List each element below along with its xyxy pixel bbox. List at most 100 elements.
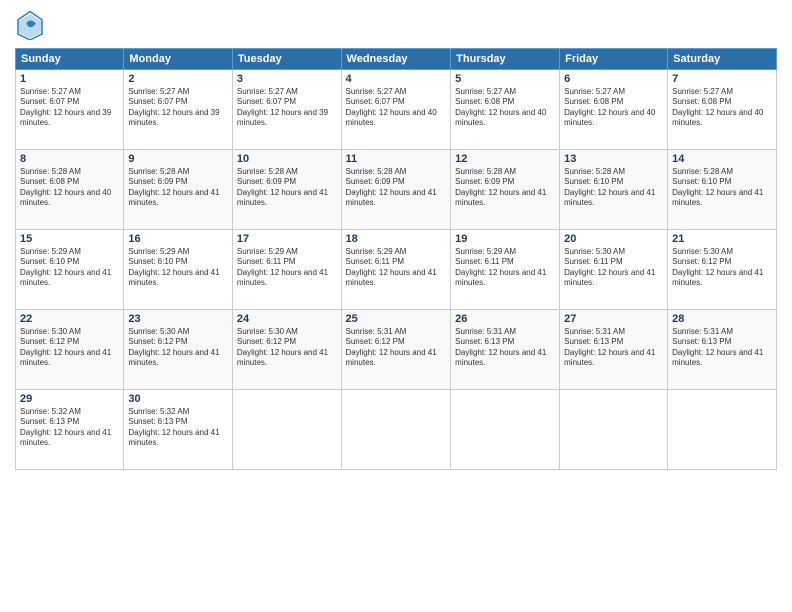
calendar-cell: 16 Sunrise: 5:29 AM Sunset: 6:10 PM Dayl… [124, 230, 233, 310]
day-info: Sunrise: 5:27 AM Sunset: 6:08 PM Dayligh… [455, 87, 555, 129]
day-number: 27 [564, 313, 663, 325]
day-info: Sunrise: 5:27 AM Sunset: 6:07 PM Dayligh… [128, 87, 228, 129]
calendar-cell: 18 Sunrise: 5:29 AM Sunset: 6:11 PM Dayl… [341, 230, 451, 310]
calendar-cell: 22 Sunrise: 5:30 AM Sunset: 6:12 PM Dayl… [16, 310, 124, 390]
day-number: 28 [672, 313, 772, 325]
calendar-cell: 5 Sunrise: 5:27 AM Sunset: 6:08 PM Dayli… [451, 70, 560, 150]
day-number: 21 [672, 233, 772, 245]
day-info: Sunrise: 5:31 AM Sunset: 6:13 PM Dayligh… [455, 327, 555, 369]
day-number: 10 [237, 153, 337, 165]
day-number: 6 [564, 73, 663, 85]
calendar-cell: 13 Sunrise: 5:28 AM Sunset: 6:10 PM Dayl… [560, 150, 668, 230]
calendar-cell: 27 Sunrise: 5:31 AM Sunset: 6:13 PM Dayl… [560, 310, 668, 390]
day-number: 26 [455, 313, 555, 325]
day-info: Sunrise: 5:28 AM Sunset: 6:10 PM Dayligh… [672, 167, 772, 209]
day-number: 7 [672, 73, 772, 85]
calendar-week-2: 8 Sunrise: 5:28 AM Sunset: 6:08 PM Dayli… [16, 150, 777, 230]
calendar-cell: 23 Sunrise: 5:30 AM Sunset: 6:12 PM Dayl… [124, 310, 233, 390]
day-number: 22 [20, 313, 119, 325]
calendar-cell: 24 Sunrise: 5:30 AM Sunset: 6:12 PM Dayl… [232, 310, 341, 390]
calendar-cell: 3 Sunrise: 5:27 AM Sunset: 6:07 PM Dayli… [232, 70, 341, 150]
day-info: Sunrise: 5:32 AM Sunset: 6:13 PM Dayligh… [128, 407, 228, 449]
day-info: Sunrise: 5:29 AM Sunset: 6:11 PM Dayligh… [237, 247, 337, 289]
logo [15, 10, 49, 40]
calendar-header-saturday: Saturday [668, 49, 777, 70]
day-info: Sunrise: 5:27 AM Sunset: 6:07 PM Dayligh… [20, 87, 119, 129]
calendar-cell: 10 Sunrise: 5:28 AM Sunset: 6:09 PM Dayl… [232, 150, 341, 230]
calendar-week-3: 15 Sunrise: 5:29 AM Sunset: 6:10 PM Dayl… [16, 230, 777, 310]
day-info: Sunrise: 5:30 AM Sunset: 6:12 PM Dayligh… [20, 327, 119, 369]
calendar-cell: 7 Sunrise: 5:27 AM Sunset: 6:08 PM Dayli… [668, 70, 777, 150]
calendar-table: SundayMondayTuesdayWednesdayThursdayFrid… [15, 48, 777, 470]
calendar-cell: 4 Sunrise: 5:27 AM Sunset: 6:07 PM Dayli… [341, 70, 451, 150]
day-info: Sunrise: 5:28 AM Sunset: 6:09 PM Dayligh… [237, 167, 337, 209]
calendar-cell: 15 Sunrise: 5:29 AM Sunset: 6:10 PM Dayl… [16, 230, 124, 310]
calendar-header-friday: Friday [560, 49, 668, 70]
day-info: Sunrise: 5:32 AM Sunset: 6:13 PM Dayligh… [20, 407, 119, 449]
calendar-cell: 12 Sunrise: 5:28 AM Sunset: 6:09 PM Dayl… [451, 150, 560, 230]
day-info: Sunrise: 5:29 AM Sunset: 6:11 PM Dayligh… [455, 247, 555, 289]
calendar-cell: 26 Sunrise: 5:31 AM Sunset: 6:13 PM Dayl… [451, 310, 560, 390]
day-number: 16 [128, 233, 228, 245]
calendar-header-tuesday: Tuesday [232, 49, 341, 70]
day-number: 8 [20, 153, 119, 165]
calendar-cell: 17 Sunrise: 5:29 AM Sunset: 6:11 PM Dayl… [232, 230, 341, 310]
day-info: Sunrise: 5:30 AM Sunset: 6:12 PM Dayligh… [237, 327, 337, 369]
calendar-cell: 28 Sunrise: 5:31 AM Sunset: 6:13 PM Dayl… [668, 310, 777, 390]
day-number: 3 [237, 73, 337, 85]
day-number: 1 [20, 73, 119, 85]
day-info: Sunrise: 5:28 AM Sunset: 6:09 PM Dayligh… [455, 167, 555, 209]
day-number: 29 [20, 393, 119, 405]
calendar-header-sunday: Sunday [16, 49, 124, 70]
day-info: Sunrise: 5:28 AM Sunset: 6:08 PM Dayligh… [20, 167, 119, 209]
day-number: 5 [455, 73, 555, 85]
day-number: 30 [128, 393, 228, 405]
day-info: Sunrise: 5:29 AM Sunset: 6:11 PM Dayligh… [346, 247, 447, 289]
day-number: 17 [237, 233, 337, 245]
day-number: 12 [455, 153, 555, 165]
calendar-cell: 9 Sunrise: 5:28 AM Sunset: 6:09 PM Dayli… [124, 150, 233, 230]
day-number: 15 [20, 233, 119, 245]
calendar-cell: 30 Sunrise: 5:32 AM Sunset: 6:13 PM Dayl… [124, 390, 233, 470]
calendar-cell: 2 Sunrise: 5:27 AM Sunset: 6:07 PM Dayli… [124, 70, 233, 150]
day-number: 24 [237, 313, 337, 325]
calendar-cell: 29 Sunrise: 5:32 AM Sunset: 6:13 PM Dayl… [16, 390, 124, 470]
calendar-header-thursday: Thursday [451, 49, 560, 70]
calendar-cell [668, 390, 777, 470]
calendar-header-wednesday: Wednesday [341, 49, 451, 70]
day-info: Sunrise: 5:28 AM Sunset: 6:09 PM Dayligh… [346, 167, 447, 209]
calendar-cell: 25 Sunrise: 5:31 AM Sunset: 6:12 PM Dayl… [341, 310, 451, 390]
calendar-cell: 8 Sunrise: 5:28 AM Sunset: 6:08 PM Dayli… [16, 150, 124, 230]
day-info: Sunrise: 5:28 AM Sunset: 6:10 PM Dayligh… [564, 167, 663, 209]
day-number: 18 [346, 233, 447, 245]
day-number: 23 [128, 313, 228, 325]
day-info: Sunrise: 5:31 AM Sunset: 6:13 PM Dayligh… [672, 327, 772, 369]
day-number: 14 [672, 153, 772, 165]
calendar-cell [560, 390, 668, 470]
day-info: Sunrise: 5:29 AM Sunset: 6:10 PM Dayligh… [128, 247, 228, 289]
calendar-cell [341, 390, 451, 470]
day-number: 13 [564, 153, 663, 165]
page: SundayMondayTuesdayWednesdayThursdayFrid… [0, 0, 792, 612]
day-info: Sunrise: 5:30 AM Sunset: 6:12 PM Dayligh… [128, 327, 228, 369]
calendar-cell: 1 Sunrise: 5:27 AM Sunset: 6:07 PM Dayli… [16, 70, 124, 150]
day-number: 11 [346, 153, 447, 165]
calendar-week-5: 29 Sunrise: 5:32 AM Sunset: 6:13 PM Dayl… [16, 390, 777, 470]
day-info: Sunrise: 5:31 AM Sunset: 6:12 PM Dayligh… [346, 327, 447, 369]
day-number: 4 [346, 73, 447, 85]
calendar-cell: 6 Sunrise: 5:27 AM Sunset: 6:08 PM Dayli… [560, 70, 668, 150]
day-info: Sunrise: 5:27 AM Sunset: 6:07 PM Dayligh… [237, 87, 337, 129]
day-info: Sunrise: 5:27 AM Sunset: 6:07 PM Dayligh… [346, 87, 447, 129]
day-info: Sunrise: 5:27 AM Sunset: 6:08 PM Dayligh… [672, 87, 772, 129]
day-info: Sunrise: 5:31 AM Sunset: 6:13 PM Dayligh… [564, 327, 663, 369]
day-number: 20 [564, 233, 663, 245]
header [15, 10, 777, 40]
logo-icon [15, 10, 45, 40]
day-info: Sunrise: 5:27 AM Sunset: 6:08 PM Dayligh… [564, 87, 663, 129]
calendar-cell: 11 Sunrise: 5:28 AM Sunset: 6:09 PM Dayl… [341, 150, 451, 230]
day-number: 25 [346, 313, 447, 325]
calendar-cell: 14 Sunrise: 5:28 AM Sunset: 6:10 PM Dayl… [668, 150, 777, 230]
calendar-cell: 21 Sunrise: 5:30 AM Sunset: 6:12 PM Dayl… [668, 230, 777, 310]
day-info: Sunrise: 5:30 AM Sunset: 6:11 PM Dayligh… [564, 247, 663, 289]
calendar-cell [232, 390, 341, 470]
